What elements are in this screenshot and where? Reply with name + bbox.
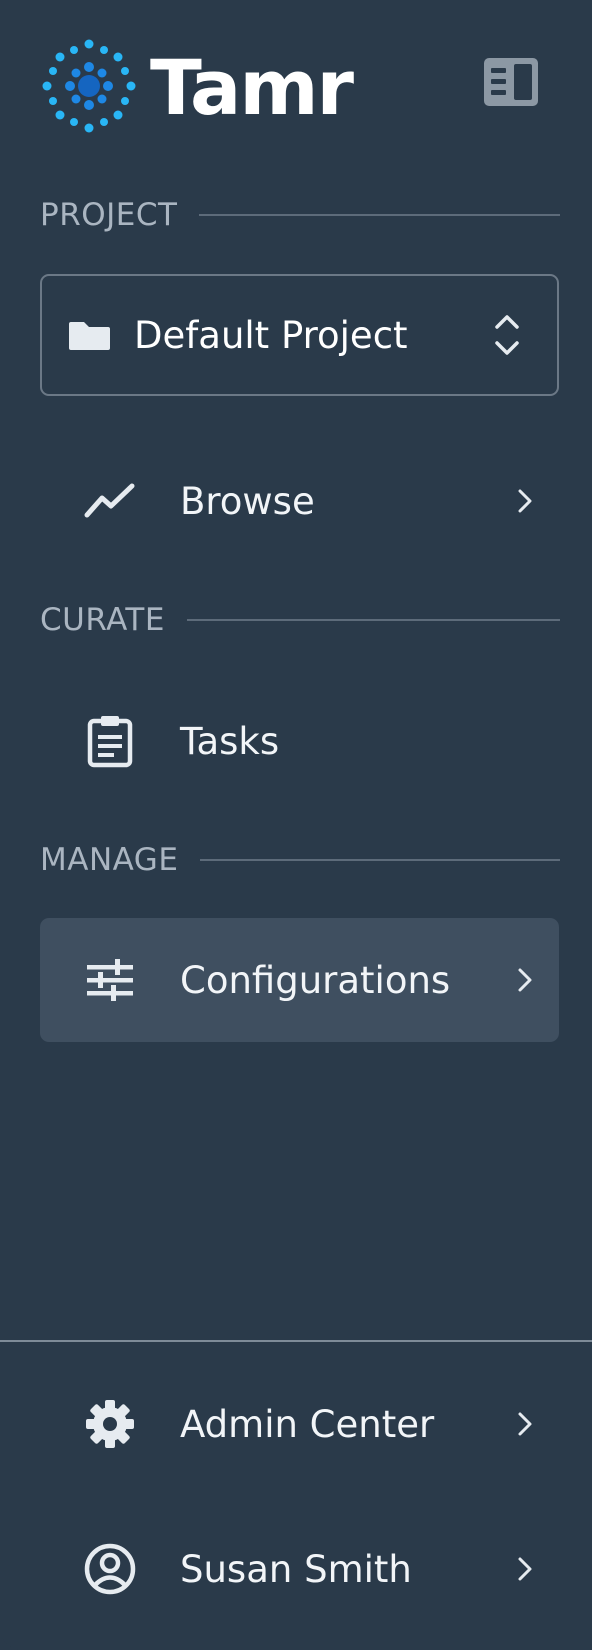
section-divider bbox=[199, 214, 560, 216]
folder-icon bbox=[69, 322, 110, 350]
project-selector-label: Default Project bbox=[134, 313, 408, 357]
nav-item-tasks[interactable]: Tasks bbox=[40, 679, 559, 803]
section-curate: CURATE bbox=[40, 602, 560, 638]
chevron-right-icon bbox=[518, 968, 532, 992]
chevron-right-icon bbox=[518, 1412, 532, 1436]
nav-item-label: Configurations bbox=[180, 958, 451, 1002]
trend-line-icon bbox=[82, 473, 138, 529]
tamr-logo-icon bbox=[42, 39, 136, 133]
nav-item-browse[interactable]: Browse bbox=[40, 439, 559, 563]
nav-item-label: Tasks bbox=[180, 719, 280, 763]
chevron-right-icon bbox=[518, 1557, 532, 1581]
section-project: PROJECT bbox=[40, 197, 560, 233]
sidebar: Tamr PROJECT Default Project Browse CURA… bbox=[0, 0, 592, 1650]
section-divider bbox=[186, 619, 560, 621]
section-label-project: PROJECT bbox=[40, 197, 178, 233]
nav-item-configurations[interactable]: Configurations bbox=[40, 918, 559, 1042]
footer-divider bbox=[0, 1340, 592, 1342]
gear-icon bbox=[82, 1396, 138, 1452]
nav-item-label: Browse bbox=[180, 479, 315, 523]
nav-item-label: Susan Smith bbox=[180, 1547, 412, 1591]
section-manage: MANAGE bbox=[40, 842, 560, 878]
nav-item-user-profile[interactable]: Susan Smith bbox=[40, 1507, 559, 1631]
chevron-up-down-icon bbox=[495, 315, 519, 355]
clipboard-icon bbox=[82, 713, 138, 769]
section-label-manage: MANAGE bbox=[40, 842, 179, 878]
brand-name: Tamr bbox=[150, 43, 354, 132]
nav-item-label: Admin Center bbox=[180, 1402, 435, 1446]
sliders-icon bbox=[82, 952, 138, 1008]
chevron-right-icon bbox=[518, 489, 532, 513]
user-circle-icon bbox=[82, 1541, 138, 1597]
sidebar-header: Tamr bbox=[40, 36, 560, 136]
nav-item-admin-center[interactable]: Admin Center bbox=[40, 1362, 559, 1486]
sidebar-toggle-icon[interactable] bbox=[482, 56, 540, 108]
project-selector[interactable]: Default Project bbox=[40, 274, 559, 396]
section-divider bbox=[200, 859, 560, 861]
section-label-curate: CURATE bbox=[40, 602, 165, 638]
